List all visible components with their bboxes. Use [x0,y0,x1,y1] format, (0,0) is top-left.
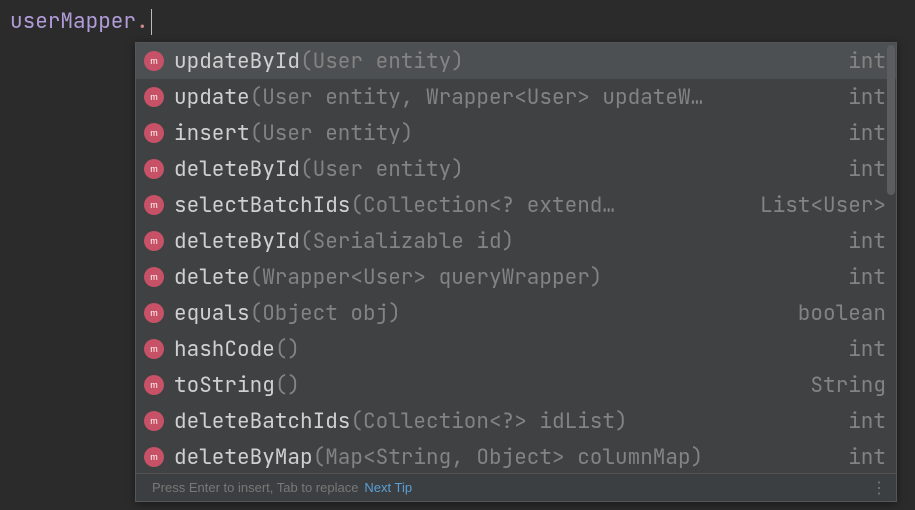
method-return-type: int [848,444,886,471]
completion-item[interactable]: m update(User entity, Wrapper<User> updat… [136,79,896,115]
method-return-type: int [848,84,886,111]
method-name: equals [174,300,250,327]
method-icon: m [144,231,164,251]
method-name: deleteByMap [174,444,313,471]
completion-item[interactable]: m deleteBatchIds(Collection<?> idList) int [136,403,896,439]
text-cursor [151,9,152,35]
method-name: toString [174,372,275,399]
code-completion-popup: mupdateById(User entity)intmupdate(User … [135,42,897,502]
svg-text:m: m [150,272,158,282]
method-params: (Serializable id) [300,228,832,255]
method-return-type: int [848,156,886,183]
method-return-type: int [848,264,886,291]
completion-item[interactable]: m equals(Object obj) boolean [136,295,896,331]
scrollbar-thumb[interactable] [887,45,895,195]
footer-hint-text: Press Enter to insert, Tab to replace [152,480,358,495]
more-icon[interactable]: ⋮ [871,478,886,498]
method-return-type: String [810,372,886,399]
method-name: hashCode [174,336,275,363]
method-name: selectBatchIds [174,192,350,219]
svg-text:m: m [150,128,158,138]
method-icon: m [144,339,164,359]
completion-item[interactable]: m updateById(User entity) int [136,43,896,79]
method-params: (Object obj) [250,300,782,327]
svg-text:m: m [150,236,158,246]
method-params: (User entity, Wrapper<User> updateW… [250,84,833,111]
svg-text:m: m [150,344,158,354]
method-return-type: boolean [798,300,886,327]
method-name: delete [174,264,250,291]
editor-code-line[interactable]: userMapper . [0,0,915,43]
method-name: update [174,84,250,111]
completion-item[interactable]: m deleteByMap(Map<String, Object> columnM… [136,439,896,473]
svg-text:m: m [150,452,158,462]
method-icon: m [144,159,164,179]
method-params: () [275,336,832,363]
method-return-type: int [848,48,886,75]
method-return-type: int [848,336,886,363]
method-return-type: List<User> [760,192,886,219]
completion-item[interactable]: m deleteById(User entity) int [136,151,896,187]
method-name: insert [174,120,250,147]
completion-item[interactable]: m toString() String [136,367,896,403]
method-icon: m [144,303,164,323]
svg-text:m: m [150,380,158,390]
completion-list[interactable]: mupdateById(User entity)intmupdate(User … [136,43,896,473]
method-params: () [275,372,795,399]
method-return-type: int [848,120,886,147]
scrollbar-track[interactable] [886,43,896,473]
completion-item[interactable]: m insert(User entity) int [136,115,896,151]
svg-text:m: m [150,308,158,318]
next-tip-link[interactable]: Next Tip [364,480,412,495]
completion-item[interactable]: m hashCode() int [136,331,896,367]
method-icon: m [144,87,164,107]
svg-text:m: m [150,416,158,426]
code-dot: . [136,8,149,35]
method-icon: m [144,195,164,215]
method-icon: m [144,411,164,431]
method-icon: m [144,447,164,467]
method-params: (Collection<? extend… [350,192,744,219]
method-icon: m [144,375,164,395]
svg-text:m: m [150,56,158,66]
method-params: (Collection<?> idList) [350,408,832,435]
svg-text:m: m [150,200,158,210]
method-params: (Wrapper<User> queryWrapper) [250,264,833,291]
method-params: (User entity) [300,48,832,75]
code-variable: userMapper [10,8,136,35]
popup-footer: Press Enter to insert, Tab to replace Ne… [136,473,896,501]
completion-item[interactable]: m selectBatchIds(Collection<? extend… List… [136,187,896,223]
method-name: updateById [174,48,300,75]
method-name: deleteBatchIds [174,408,350,435]
method-params: (User entity) [300,156,832,183]
method-params: (User entity) [250,120,833,147]
svg-text:m: m [150,164,158,174]
method-params: (Map<String, Object> columnMap) [313,444,833,471]
method-return-type: int [848,228,886,255]
method-name: deleteById [174,228,300,255]
completion-item[interactable]: m delete(Wrapper<User> queryWrapper) int [136,259,896,295]
method-icon: m [144,123,164,143]
method-return-type: int [848,408,886,435]
method-name: deleteById [174,156,300,183]
method-icon: m [144,267,164,287]
method-icon: m [144,51,164,71]
completion-item[interactable]: m deleteById(Serializable id) int [136,223,896,259]
svg-text:m: m [150,92,158,102]
